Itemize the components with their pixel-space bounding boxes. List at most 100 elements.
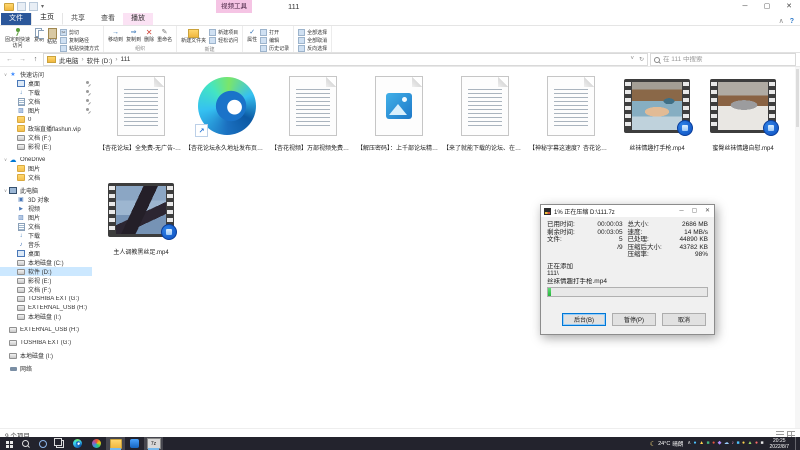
file-tile[interactable]: 【杏花视频】万部视频免费在线观看.txt [270, 69, 356, 167]
tray-icon[interactable]: ● [742, 441, 745, 446]
sidebar-item[interactable]: 本地磁盘 (I:) [0, 351, 92, 360]
sidebar-item[interactable]: 图片 [0, 213, 92, 222]
start-button[interactable] [0, 437, 17, 450]
sidebar-item[interactable]: 桌面 [0, 249, 92, 258]
file-tile[interactable]: 【解压密码】：上千部论坛精选小视频.jpg [356, 69, 442, 167]
ribbon-button-pin[interactable]: 固定到快速访问 [4, 27, 31, 49]
sidebar-item[interactable]: 网络 [0, 364, 92, 373]
ribbon-button-open[interactable]: 打开 [260, 29, 289, 36]
minimize-button[interactable] [734, 0, 756, 13]
breadcrumb-drive-d[interactable]: 软件 (D:) [87, 55, 113, 65]
close-button[interactable] [778, 0, 800, 13]
tab-主页[interactable]: 主页 [31, 11, 63, 25]
tray-icon[interactable]: ▲ [699, 441, 704, 446]
expander-icon[interactable]: ∨ [2, 188, 9, 194]
sidebar-item[interactable]: 下载 [0, 231, 92, 240]
taskbar-search-button[interactable] [17, 437, 34, 450]
sidebar-item[interactable]: 图片 [0, 164, 92, 173]
tab-共享[interactable]: 共享 [63, 13, 93, 25]
ribbon-button-history[interactable]: 历史记录 [260, 45, 289, 52]
show-desktop-button[interactable] [795, 437, 799, 450]
tray-icon[interactable]: ● [694, 441, 697, 446]
sidebar-item[interactable]: 桌面 [0, 79, 92, 88]
task-view-button[interactable] [51, 437, 68, 450]
sidebar-item[interactable]: EXTERNAL_USB (H:) [0, 303, 92, 312]
sidebar-item[interactable]: 文档 (F:) [0, 133, 92, 142]
up-button[interactable] [30, 56, 41, 63]
address-dropdown-icon[interactable] [630, 56, 634, 63]
sidebar-item[interactable]: 0 [0, 115, 92, 124]
tray-icon[interactable]: ☁ [724, 441, 729, 446]
sidebar-item[interactable]: 文档 [0, 222, 92, 231]
tab-播放[interactable]: 播放 [123, 13, 153, 25]
ribbon-button-selnone[interactable]: 全部取消 [298, 37, 327, 44]
ribbon-button-copyto[interactable]: 复制到 [126, 27, 141, 44]
sidebar-item[interactable]: 3D 对象 [0, 195, 92, 204]
qat-button[interactable] [29, 2, 38, 11]
ribbon-button-path[interactable]: 复制路径 [60, 37, 99, 44]
taskbar-explorer[interactable] [106, 437, 125, 450]
tray-icon[interactable]: ● [712, 441, 715, 446]
sidebar-item[interactable]: 本地磁盘 (C:) [0, 258, 92, 267]
tray-icon[interactable]: ▲ [748, 441, 753, 446]
ribbon-button-edit[interactable]: 编辑 [260, 37, 289, 44]
file-tile[interactable]: 【杏花论坛永久地址发布页】-双击打开 [184, 69, 270, 167]
file-tile[interactable]: 蜜臀丝袜情趣自慰.mp4 [700, 69, 786, 167]
tray-icon[interactable]: ♪ [731, 441, 734, 446]
tab-查看[interactable]: 查看 [93, 13, 123, 25]
forward-button[interactable] [17, 56, 28, 63]
ribbon-button-cut[interactable]: 剪切 [60, 29, 99, 36]
ribbon-button-props[interactable]: 属性 [247, 27, 257, 44]
sidebar-item[interactable]: 文档 [0, 173, 92, 182]
ribbon-button-move[interactable]: 移动到 [108, 27, 123, 44]
tray-icon[interactable]: ● [755, 441, 758, 446]
sidebar-item[interactable]: TOSHIBA EXT (G:) [0, 338, 92, 347]
taskbar-7zip[interactable]: 7z [144, 437, 163, 450]
sidebar-item[interactable]: ∨快速访问 [0, 70, 92, 79]
sidebar-item[interactable]: EXTERNAL_USB (H:) [0, 325, 92, 334]
ribbon-button-copy[interactable]: 复制 [34, 27, 44, 44]
sidebar-item[interactable]: 文档 (F:) [0, 285, 92, 294]
scrollbar[interactable] [795, 67, 800, 428]
cortana-button[interactable] [34, 437, 51, 450]
sidebar-item[interactable]: 影视 (E:) [0, 142, 92, 151]
sidebar-item[interactable]: 图片 [0, 106, 92, 115]
tray-icon[interactable]: ∧ [687, 441, 691, 446]
ribbon-button-delete[interactable]: 删除 [144, 27, 154, 44]
maximize-button[interactable] [756, 0, 778, 13]
taskbar-photos[interactable] [87, 437, 106, 450]
ribbon-button-selinv[interactable]: 反向选择 [298, 45, 327, 52]
file-tile[interactable]: 丝袜情趣打手枪.mp4 [614, 69, 700, 167]
tray-icon[interactable]: ■ [736, 441, 739, 446]
sidebar-item[interactable]: ∨此电脑 [0, 186, 92, 195]
qat-button[interactable] [17, 2, 26, 11]
tab-文件[interactable]: 文件 [1, 13, 31, 25]
ribbon-button-paste[interactable]: 粘贴 [47, 27, 57, 46]
sidebar-item[interactable]: 影视 (E:) [0, 276, 92, 285]
taskbar-app[interactable] [125, 437, 144, 450]
sidebar-item[interactable]: TOSHIBA EXT (G:) [0, 294, 92, 303]
dialog-close-button[interactable] [701, 205, 714, 217]
sidebar-item[interactable]: 本地磁盘 (I:) [0, 312, 92, 321]
ribbon-button-shortcut[interactable]: 粘贴快捷方式 [60, 45, 99, 52]
sidebar-item[interactable]: 文档 [0, 97, 92, 106]
tray-icon[interactable]: ■ [761, 441, 764, 446]
search-input[interactable] [663, 56, 792, 63]
help-icon[interactable] [790, 18, 794, 25]
dialog-maximize-button[interactable] [688, 205, 701, 217]
back-button[interactable] [4, 56, 15, 63]
dialog-minimize-button[interactable] [675, 205, 688, 217]
expander-icon[interactable]: ∨ [2, 157, 9, 163]
sidebar-item[interactable]: 音乐 [0, 240, 92, 249]
file-tile[interactable]: 【杏花论坛】全免费-无广告-最新地址.txt [98, 69, 184, 167]
ribbon-button-newfolder[interactable]: 新建文件夹 [181, 27, 206, 45]
taskbar-edge[interactable] [68, 437, 87, 450]
sidebar-item[interactable]: 下载 [0, 88, 92, 97]
run-background-button[interactable]: 后台(B) [562, 313, 606, 326]
file-tile[interactable]: 【来了就能下载的论坛、在线看！】.txt [442, 69, 528, 167]
ribbon-button-access[interactable]: 轻松访问 [209, 37, 238, 44]
ribbon-collapse-icon[interactable] [779, 17, 784, 25]
scrollbar-thumb[interactable] [796, 69, 799, 127]
cancel-button[interactable]: 取消 [662, 313, 706, 326]
refresh-icon[interactable] [639, 56, 644, 63]
